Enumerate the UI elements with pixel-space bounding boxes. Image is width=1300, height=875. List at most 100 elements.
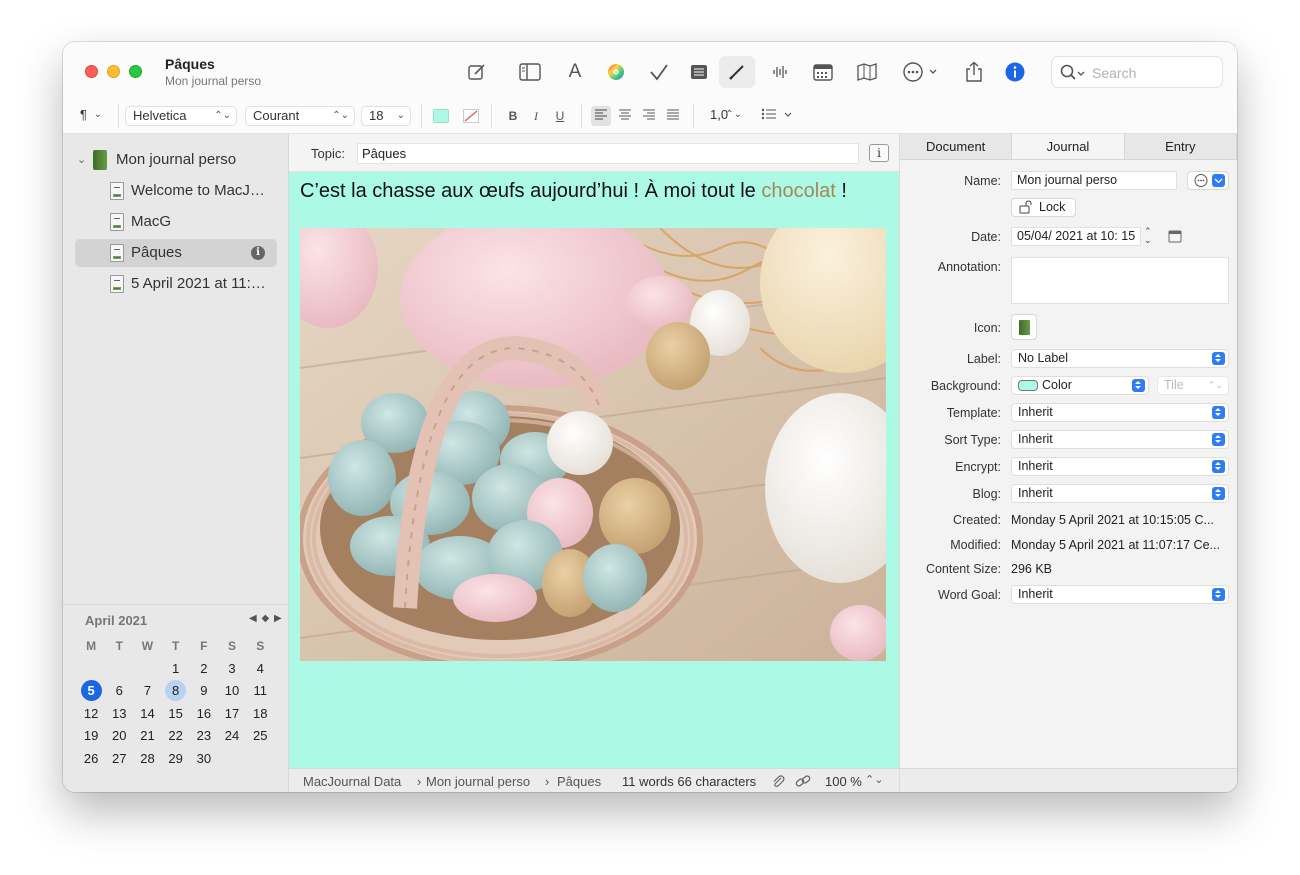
underline-button[interactable]: U <box>550 106 570 126</box>
align-center-button[interactable] <box>615 106 635 126</box>
calendar-day[interactable]: 30 <box>190 748 218 771</box>
calendar-day[interactable]: 19 <box>77 725 105 748</box>
easter-eggs-photo[interactable] <box>300 228 886 661</box>
entry-editor[interactable]: C’est la chasse aux œufs aujourd’hui ! À… <box>289 172 899 768</box>
calendar-day[interactable]: 18 <box>246 703 274 726</box>
no-color-swatch[interactable] <box>463 109 479 123</box>
blog-popup[interactable]: Inherit <box>1011 484 1229 503</box>
more-options-popup[interactable] <box>1187 171 1229 190</box>
entry-text[interactable]: C’est la chasse aux œufs aujourd’hui ! À… <box>300 180 847 203</box>
label-popup[interactable]: No Label <box>1011 349 1229 368</box>
calendar-icon[interactable] <box>1168 229 1182 248</box>
info-icon[interactable]: i <box>251 246 265 260</box>
calendar-day[interactable]: 20 <box>105 725 133 748</box>
calendar-day[interactable]: 14 <box>133 703 161 726</box>
share-icon[interactable] <box>962 59 986 85</box>
font-size-field[interactable]: 18 ⌄ <box>361 106 411 126</box>
calendar-day[interactable]: 6 <box>105 680 133 703</box>
encrypt-popup[interactable]: Inherit <box>1011 457 1229 476</box>
sidebar-item-paques[interactable]: Pâques i <box>75 239 277 267</box>
calendar-nav-arrows[interactable]: ◀ ◆ ▶ <box>249 613 283 624</box>
calendar-day[interactable]: 5 <box>77 680 105 703</box>
checkmark-icon[interactable] <box>647 59 671 85</box>
annotation-field[interactable] <box>1011 257 1229 304</box>
calendar-day[interactable]: 15 <box>162 703 190 726</box>
calendar-day[interactable]: 7 <box>133 680 161 703</box>
waveform-icon[interactable] <box>768 59 792 85</box>
pen-icon[interactable] <box>719 56 755 88</box>
sort-type-popup[interactable]: Inherit <box>1011 430 1229 449</box>
calendar-day[interactable]: 23 <box>190 725 218 748</box>
calendar-day[interactable]: 21 <box>133 725 161 748</box>
font-family-popup[interactable]: Helvetica ⌃⌄ <box>125 106 237 126</box>
close-button[interactable] <box>85 65 98 78</box>
sidebar-item-macg[interactable]: MacG <box>75 208 277 236</box>
align-left-button[interactable] <box>591 106 611 126</box>
breadcrumb-root[interactable]: MacJournal Data <box>303 774 401 789</box>
tab-journal[interactable]: Journal <box>1012 134 1125 159</box>
calendar-day[interactable]: 11 <box>246 680 274 703</box>
calendar-day[interactable]: 13 <box>105 703 133 726</box>
info-icon[interactable]: i <box>869 144 889 162</box>
line-spacing-popup[interactable]: 1,0 ⌃⌄ <box>703 106 747 126</box>
date-field[interactable]: 05/04/ 2021 at 10: 15 <box>1011 227 1141 246</box>
color-wheel-icon[interactable] <box>604 59 628 85</box>
sidebar-item-welcome[interactable]: Welcome to MacJ… <box>75 177 277 205</box>
breadcrumb-entry[interactable]: Pâques <box>557 774 601 789</box>
calendar-day[interactable]: 16 <box>190 703 218 726</box>
calendar-day[interactable]: 1 <box>162 658 190 681</box>
compose-icon[interactable] <box>465 59 489 85</box>
topic-field[interactable]: Pâques <box>357 143 859 164</box>
calendar-day[interactable]: 17 <box>218 703 246 726</box>
tab-document[interactable]: Document <box>900 134 1013 159</box>
calendar-day[interactable]: 8 <box>162 680 190 703</box>
calendar-day[interactable]: 29 <box>162 748 190 771</box>
text-background-color-swatch[interactable] <box>433 109 449 123</box>
list-icon[interactable] <box>687 59 711 85</box>
template-popup[interactable]: Inherit <box>1011 403 1229 422</box>
sidebar-icon[interactable] <box>518 59 542 85</box>
link-icon[interactable] <box>795 774 811 791</box>
calendar-icon[interactable] <box>811 59 835 85</box>
lock-button[interactable]: Lock <box>1011 198 1076 217</box>
date-stepper[interactable]: ⌃ ⌄ <box>1144 227 1152 245</box>
calendar-day[interactable]: 12 <box>77 703 105 726</box>
sidebar-journal[interactable]: ⌄ Mon journal perso <box>75 146 277 174</box>
calendar-day[interactable]: 22 <box>162 725 190 748</box>
justify-button[interactable] <box>663 106 683 126</box>
zoom-level[interactable]: 100 % <box>825 774 862 789</box>
paragraph-style-popup[interactable]: ¶ ⌄ <box>73 106 107 126</box>
bold-button[interactable]: B <box>503 106 523 126</box>
up-down-arrows-icon[interactable]: ⌃⌄ <box>865 773 883 786</box>
map-icon[interactable] <box>855 59 879 85</box>
paperclip-icon[interactable] <box>771 774 785 791</box>
italic-button[interactable]: I <box>526 106 546 126</box>
tab-entry[interactable]: Entry <box>1124 134 1237 159</box>
more-icon[interactable] <box>901 59 943 85</box>
background-popup[interactable]: Color <box>1011 376 1149 395</box>
calendar-day[interactable]: 24 <box>218 725 246 748</box>
zoom-button[interactable] <box>129 65 142 78</box>
minimize-button[interactable] <box>107 65 120 78</box>
font-style-popup[interactable]: Courant ⌃⌄ <box>245 106 355 126</box>
journal-icon-picker[interactable] <box>1011 314 1037 340</box>
calendar-day[interactable]: 4 <box>246 658 274 681</box>
calendar-day[interactable]: 9 <box>190 680 218 703</box>
breadcrumb-journal[interactable]: Mon journal perso <box>426 774 530 789</box>
font-icon[interactable]: A <box>563 59 587 85</box>
info-icon[interactable] <box>1003 59 1027 85</box>
align-right-button[interactable] <box>639 106 659 126</box>
calendar-day[interactable]: 28 <box>133 748 161 771</box>
calendar-day[interactable]: 10 <box>218 680 246 703</box>
name-field[interactable]: Mon journal perso <box>1011 171 1177 190</box>
calendar-day[interactable]: 25 <box>246 725 274 748</box>
list-bullets-button[interactable] <box>759 106 795 126</box>
chevron-down-icon[interactable]: ⌄ <box>77 146 86 174</box>
calendar-day[interactable]: 26 <box>77 748 105 771</box>
calendar-day[interactable]: 2 <box>190 658 218 681</box>
calendar-day[interactable]: 3 <box>218 658 246 681</box>
search-field[interactable]: Search <box>1051 56 1223 88</box>
sidebar-item-april-5[interactable]: 5 April 2021 at 11:… <box>75 270 277 298</box>
word-goal-popup[interactable]: Inherit <box>1011 585 1229 604</box>
calendar-day[interactable]: 27 <box>105 748 133 771</box>
